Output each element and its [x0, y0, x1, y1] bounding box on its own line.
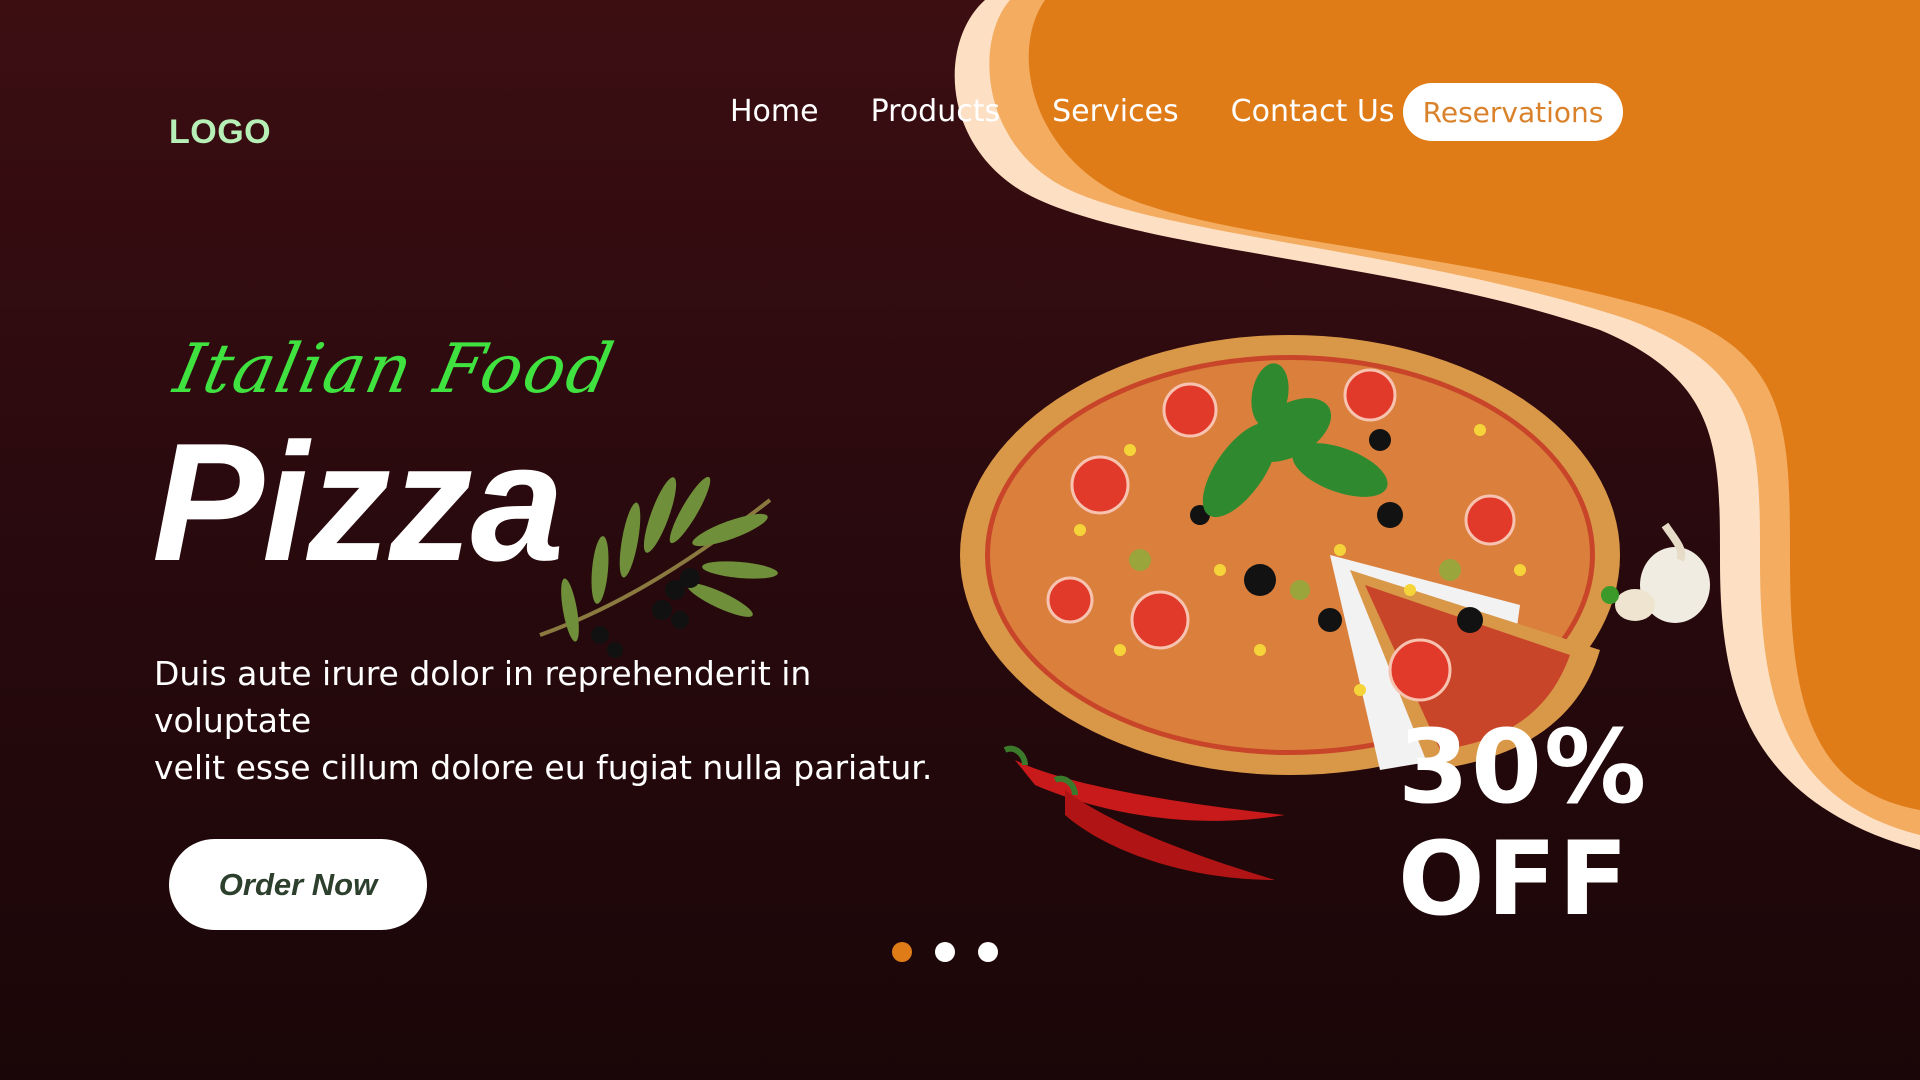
main-nav: Home Products Services Contact Us: [730, 82, 1395, 140]
reservations-button[interactable]: Reservations: [1403, 83, 1623, 141]
olive-branch-image: [539, 476, 778, 658]
nav-products[interactable]: Products: [871, 94, 1001, 129]
hero-subtitle: Italian Food: [167, 330, 622, 409]
hero-description: Duis aute irure dolor in reprehenderit i…: [154, 650, 954, 791]
description-line-1: Duis aute irure dolor in reprehenderit i…: [154, 654, 812, 740]
carousel-dot-2[interactable]: [935, 942, 955, 962]
order-now-button[interactable]: Order Now: [169, 839, 427, 930]
hero-title: Pizza: [152, 408, 564, 596]
nav-home[interactable]: Home: [730, 94, 819, 129]
chili-pepper-image: [1003, 745, 1285, 880]
carousel-dot-1[interactable]: [892, 942, 912, 962]
carousel-dot-3[interactable]: [978, 942, 998, 962]
discount-percent: 30%: [1398, 708, 1649, 827]
carousel-indicators: [892, 942, 998, 962]
discount-badge: 30% OFF: [1398, 712, 1648, 936]
nav-services[interactable]: Services: [1052, 94, 1179, 129]
nav-contact-us[interactable]: Contact Us: [1231, 94, 1395, 129]
logo[interactable]: LOGO: [169, 113, 271, 152]
discount-off: OFF: [1398, 820, 1631, 939]
description-line-2: velit esse cillum dolore eu fugiat nulla…: [154, 748, 933, 787]
garlic-image: [1601, 522, 1710, 623]
